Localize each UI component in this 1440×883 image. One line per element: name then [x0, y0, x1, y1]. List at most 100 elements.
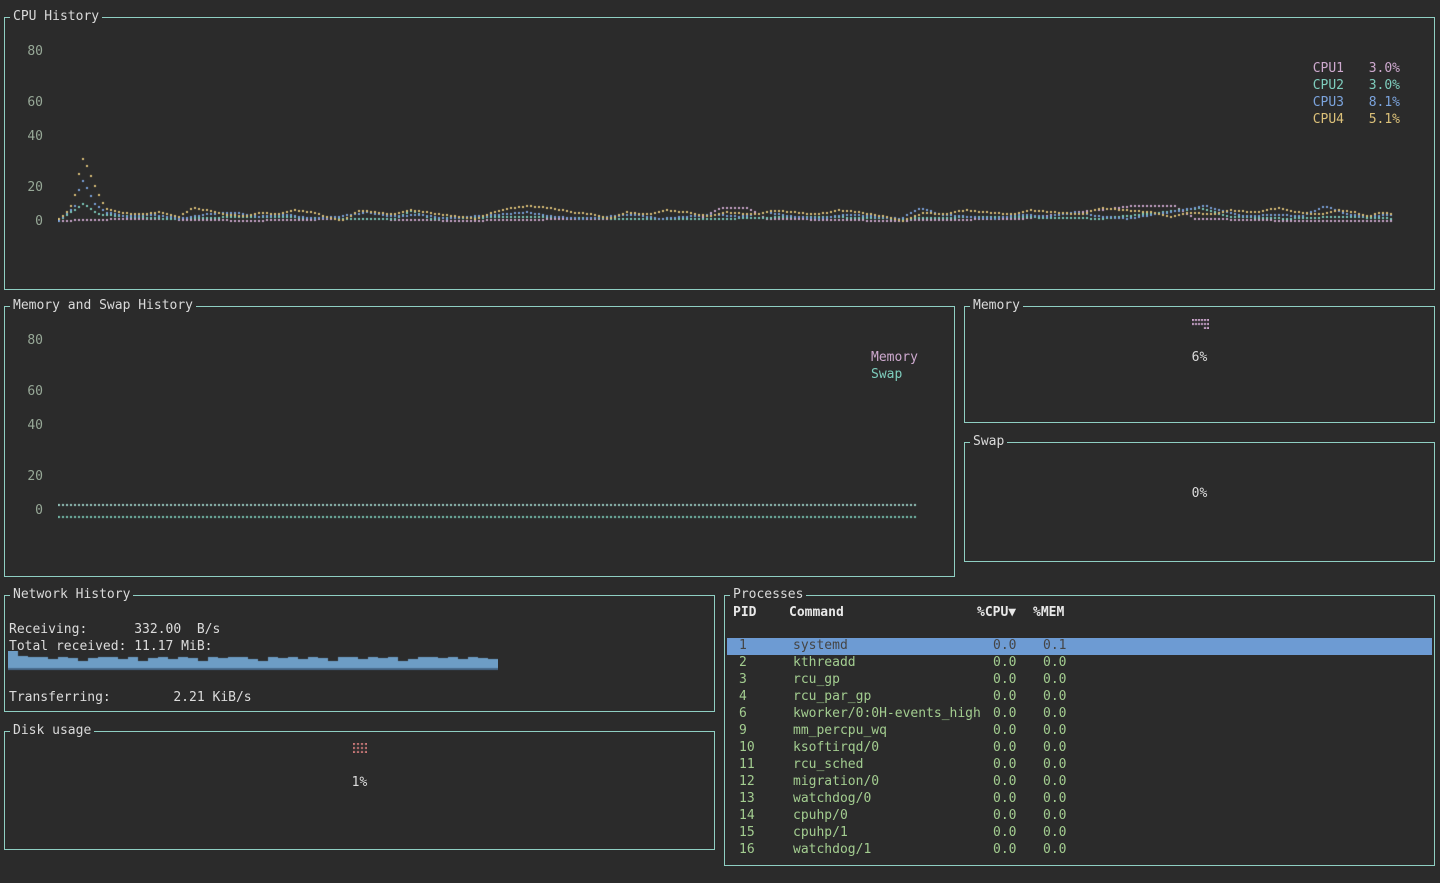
process-pid: 3: [739, 673, 747, 687]
network-receiving: Receiving: 332.00 B/s: [9, 623, 220, 637]
process-pid: 13: [739, 792, 755, 806]
process-mem: 0.0: [1043, 707, 1066, 721]
memory-swap-legend: MemorySwap: [871, 351, 918, 385]
disk-usage-panel: Disk usage 1%: [4, 731, 715, 850]
memswap-legend-item-memory: Memory: [871, 351, 918, 368]
process-row[interactable]: 15 cpuhp/1 0.0 0.0: [727, 825, 1432, 842]
memswap-legend-item-swap: Swap: [871, 368, 918, 385]
process-mem: 0.0: [1043, 758, 1066, 772]
cpu-legend-item-cpu2: CPU23.0%: [1313, 79, 1400, 96]
processes-title: Processes: [730, 588, 806, 602]
process-command: watchdog/0: [793, 792, 871, 806]
process-command: ksoftirqd/0: [793, 741, 879, 755]
process-row[interactable]: 10 ksoftirqd/0 0.0 0.0: [727, 740, 1432, 757]
column-header-command[interactable]: Command: [789, 606, 844, 620]
process-pid: 12: [739, 775, 755, 789]
y-tick-80: 80: [17, 334, 43, 348]
process-table: 1systemd0.00.12kthreadd0.00.03rcu_gp0.00…: [727, 638, 1432, 859]
process-cpu: 0.0: [993, 724, 1016, 738]
process-pid: 14: [739, 809, 755, 823]
process-mem: 0.0: [1043, 656, 1066, 670]
network-history-title: Network History: [10, 588, 133, 602]
process-cpu: 0.0: [993, 792, 1016, 806]
process-pid: 16: [739, 843, 755, 857]
process-cpu: 0.0: [993, 707, 1016, 721]
process-command: kworker/0:0H-events_high: [793, 707, 981, 721]
process-mem: 0.0: [1043, 843, 1066, 857]
process-row[interactable]: 13 watchdog/0 0.0 0.0: [727, 791, 1432, 808]
cpu-legend: CPU13.0%CPU23.0%CPU38.1%CPU45.1%: [1313, 62, 1400, 130]
process-mem: 0.0: [1043, 741, 1066, 755]
process-mem: 0.1: [1043, 639, 1066, 653]
y-tick-0: 0: [17, 504, 43, 518]
process-command: rcu_sched: [793, 758, 863, 772]
swap-title: Swap: [970, 435, 1007, 449]
cpu-legend-item-cpu3: CPU38.1%: [1313, 96, 1400, 113]
process-command: systemd: [793, 639, 848, 653]
process-pid: 10: [739, 741, 755, 755]
process-pid: 15: [739, 826, 755, 840]
process-pid: 4: [739, 690, 747, 704]
process-mem: 0.0: [1043, 775, 1066, 789]
disk-usage-title: Disk usage: [10, 724, 94, 738]
cpu-legend-item-cpu4: CPU45.1%: [1313, 113, 1400, 130]
process-row[interactable]: 16 watchdog/1 0.0 0.0: [727, 842, 1432, 859]
process-command: kthreadd: [793, 656, 856, 670]
y-tick-20: 20: [17, 181, 43, 195]
process-pid: 11: [739, 758, 755, 772]
cpu-history-panel: CPU History 806040200 CPU13.0%CPU23.0%CP…: [4, 17, 1435, 290]
y-tick-60: 60: [17, 96, 43, 110]
memory-title: Memory: [970, 299, 1023, 313]
process-command: rcu_par_gp: [793, 690, 871, 704]
column-header-mem[interactable]: %MEM: [1033, 606, 1064, 620]
y-tick-0: 0: [17, 215, 43, 229]
process-pid: 9: [739, 724, 747, 738]
process-cpu: 0.0: [993, 843, 1016, 857]
process-row[interactable]: 9mm_percpu_wq0.00.0: [727, 723, 1432, 740]
column-header-cpu[interactable]: %CPU▼: [977, 606, 1016, 620]
network-transferring: Transferring: 2.21 KiB/s: [9, 691, 252, 705]
y-tick-80: 80: [17, 45, 43, 59]
process-cpu: 0.0: [993, 826, 1016, 840]
process-command: migration/0: [793, 775, 879, 789]
process-row[interactable]: 14cpuhp/00.00.0: [727, 808, 1432, 825]
process-table-header: PID Command %CPU▼ %MEM: [725, 606, 1434, 620]
process-pid: 1: [739, 639, 747, 653]
swap-percent: 0%: [965, 487, 1434, 501]
y-tick-40: 40: [17, 130, 43, 144]
process-mem: 0.0: [1043, 809, 1066, 823]
column-header-pid[interactable]: PID: [733, 606, 756, 620]
process-row[interactable]: 11rcu_sched0.00.0: [727, 757, 1432, 774]
disk-percent: 1%: [5, 776, 714, 790]
disk-gauge-icon: [353, 743, 367, 753]
process-row[interactable]: 12 migration/0 0.0 0.0: [727, 774, 1432, 791]
process-cpu: 0.0: [993, 741, 1016, 755]
process-mem: 0.0: [1043, 826, 1066, 840]
process-mem: 0.0: [1043, 690, 1066, 704]
y-tick-40: 40: [17, 419, 43, 433]
process-mem: 0.0: [1043, 673, 1066, 687]
process-cpu: 0.0: [993, 809, 1016, 823]
y-tick-20: 20: [17, 470, 43, 484]
process-command: watchdog/1: [793, 843, 871, 857]
process-row[interactable]: 4rcu_par_gp0.00.0: [727, 689, 1432, 706]
process-cpu: 0.0: [993, 656, 1016, 670]
memory-gauge-icon: [1192, 319, 1209, 329]
process-mem: 0.0: [1043, 792, 1066, 806]
process-row[interactable]: 6 kworker/0:0H-events_high 0.0 0.0: [727, 706, 1432, 723]
network-history-panel: Network History Receiving: 332.00 B/s To…: [4, 595, 715, 712]
process-row[interactable]: 2kthreadd0.00.0: [727, 655, 1432, 672]
cpu-y-axis: 80 60 40 20 0: [15, 18, 43, 289]
process-cpu: 0.0: [993, 639, 1016, 653]
process-command: rcu_gp: [793, 673, 840, 687]
memory-swap-y-axis: 806040200: [15, 307, 43, 576]
swap-panel: Swap 0%: [964, 442, 1435, 562]
memory-swap-history-panel: Memory and Swap History 806040200 Memory…: [4, 306, 955, 577]
process-row[interactable]: 3 rcu_gp 0.0 0.0: [727, 672, 1432, 689]
process-cpu: 0.0: [993, 673, 1016, 687]
process-command: cpuhp/1: [793, 826, 848, 840]
process-mem: 0.0: [1043, 724, 1066, 738]
process-cpu: 0.0: [993, 775, 1016, 789]
process-row-selected[interactable]: 1 systemd 0.0 0.1: [727, 638, 1432, 655]
process-pid: 6: [739, 707, 747, 721]
